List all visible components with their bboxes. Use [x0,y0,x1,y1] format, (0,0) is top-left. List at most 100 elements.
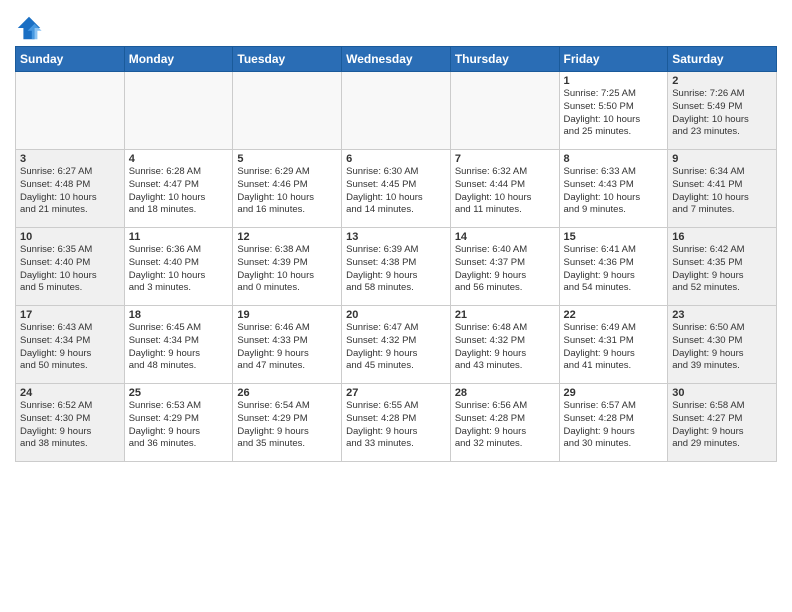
calendar-cell [233,72,342,150]
day-info: Sunrise: 6:48 AM Sunset: 4:32 PM Dayligh… [455,322,555,373]
day-number: 17 [20,309,120,321]
day-info: Sunrise: 6:45 AM Sunset: 4:34 PM Dayligh… [129,322,229,373]
calendar-week-3: 17Sunrise: 6:43 AM Sunset: 4:34 PM Dayli… [16,306,777,384]
day-info: Sunrise: 6:43 AM Sunset: 4:34 PM Dayligh… [20,322,120,373]
calendar-cell: 9Sunrise: 6:34 AM Sunset: 4:41 PM Daylig… [668,150,777,228]
day-number: 6 [346,153,446,165]
day-info: Sunrise: 7:25 AM Sunset: 5:50 PM Dayligh… [564,88,664,139]
day-number: 23 [672,309,772,321]
calendar-cell: 8Sunrise: 6:33 AM Sunset: 4:43 PM Daylig… [559,150,668,228]
calendar-cell: 13Sunrise: 6:39 AM Sunset: 4:38 PM Dayli… [342,228,451,306]
calendar-week-0: 1Sunrise: 7:25 AM Sunset: 5:50 PM Daylig… [16,72,777,150]
day-info: Sunrise: 6:54 AM Sunset: 4:29 PM Dayligh… [237,400,337,451]
calendar-cell: 25Sunrise: 6:53 AM Sunset: 4:29 PM Dayli… [124,384,233,462]
day-info: Sunrise: 6:52 AM Sunset: 4:30 PM Dayligh… [20,400,120,451]
day-number: 29 [564,387,664,399]
calendar-cell: 30Sunrise: 6:58 AM Sunset: 4:27 PM Dayli… [668,384,777,462]
day-info: Sunrise: 7:26 AM Sunset: 5:49 PM Dayligh… [672,88,772,139]
day-info: Sunrise: 6:30 AM Sunset: 4:45 PM Dayligh… [346,166,446,217]
day-number: 16 [672,231,772,243]
day-info: Sunrise: 6:29 AM Sunset: 4:46 PM Dayligh… [237,166,337,217]
calendar-cell [342,72,451,150]
header [15,10,777,42]
day-info: Sunrise: 6:38 AM Sunset: 4:39 PM Dayligh… [237,244,337,295]
day-number: 3 [20,153,120,165]
calendar-cell: 6Sunrise: 6:30 AM Sunset: 4:45 PM Daylig… [342,150,451,228]
day-number: 22 [564,309,664,321]
day-number: 7 [455,153,555,165]
day-info: Sunrise: 6:41 AM Sunset: 4:36 PM Dayligh… [564,244,664,295]
day-number: 19 [237,309,337,321]
calendar-cell: 17Sunrise: 6:43 AM Sunset: 4:34 PM Dayli… [16,306,125,384]
calendar-cell: 3Sunrise: 6:27 AM Sunset: 4:48 PM Daylig… [16,150,125,228]
day-info: Sunrise: 6:58 AM Sunset: 4:27 PM Dayligh… [672,400,772,451]
day-number: 21 [455,309,555,321]
day-number: 5 [237,153,337,165]
day-info: Sunrise: 6:49 AM Sunset: 4:31 PM Dayligh… [564,322,664,373]
calendar-cell: 1Sunrise: 7:25 AM Sunset: 5:50 PM Daylig… [559,72,668,150]
calendar-cell: 15Sunrise: 6:41 AM Sunset: 4:36 PM Dayli… [559,228,668,306]
day-info: Sunrise: 6:40 AM Sunset: 4:37 PM Dayligh… [455,244,555,295]
day-number: 24 [20,387,120,399]
day-number: 20 [346,309,446,321]
day-info: Sunrise: 6:34 AM Sunset: 4:41 PM Dayligh… [672,166,772,217]
calendar-week-1: 3Sunrise: 6:27 AM Sunset: 4:48 PM Daylig… [16,150,777,228]
day-info: Sunrise: 6:33 AM Sunset: 4:43 PM Dayligh… [564,166,664,217]
day-number: 15 [564,231,664,243]
day-number: 9 [672,153,772,165]
calendar-cell: 10Sunrise: 6:35 AM Sunset: 4:40 PM Dayli… [16,228,125,306]
day-info: Sunrise: 6:57 AM Sunset: 4:28 PM Dayligh… [564,400,664,451]
calendar-cell: 16Sunrise: 6:42 AM Sunset: 4:35 PM Dayli… [668,228,777,306]
day-info: Sunrise: 6:36 AM Sunset: 4:40 PM Dayligh… [129,244,229,295]
calendar-cell: 18Sunrise: 6:45 AM Sunset: 4:34 PM Dayli… [124,306,233,384]
calendar-cell: 2Sunrise: 7:26 AM Sunset: 5:49 PM Daylig… [668,72,777,150]
calendar-week-4: 24Sunrise: 6:52 AM Sunset: 4:30 PM Dayli… [16,384,777,462]
calendar-cell: 24Sunrise: 6:52 AM Sunset: 4:30 PM Dayli… [16,384,125,462]
calendar-header-monday: Monday [124,47,233,72]
day-number: 11 [129,231,229,243]
logo [15,14,47,42]
calendar-cell: 19Sunrise: 6:46 AM Sunset: 4:33 PM Dayli… [233,306,342,384]
calendar-header-thursday: Thursday [450,47,559,72]
calendar-cell [16,72,125,150]
day-number: 1 [564,75,664,87]
day-number: 27 [346,387,446,399]
calendar-cell [450,72,559,150]
day-number: 4 [129,153,229,165]
calendar-cell: 5Sunrise: 6:29 AM Sunset: 4:46 PM Daylig… [233,150,342,228]
day-number: 2 [672,75,772,87]
day-number: 18 [129,309,229,321]
logo-icon [15,14,43,42]
calendar-cell [124,72,233,150]
calendar-header-tuesday: Tuesday [233,47,342,72]
day-info: Sunrise: 6:42 AM Sunset: 4:35 PM Dayligh… [672,244,772,295]
calendar-cell: 26Sunrise: 6:54 AM Sunset: 4:29 PM Dayli… [233,384,342,462]
day-info: Sunrise: 6:28 AM Sunset: 4:47 PM Dayligh… [129,166,229,217]
calendar-cell: 14Sunrise: 6:40 AM Sunset: 4:37 PM Dayli… [450,228,559,306]
day-number: 10 [20,231,120,243]
calendar-header-friday: Friday [559,47,668,72]
day-info: Sunrise: 6:55 AM Sunset: 4:28 PM Dayligh… [346,400,446,451]
day-number: 13 [346,231,446,243]
day-info: Sunrise: 6:27 AM Sunset: 4:48 PM Dayligh… [20,166,120,217]
day-number: 26 [237,387,337,399]
calendar-header-sunday: Sunday [16,47,125,72]
calendar-header-wednesday: Wednesday [342,47,451,72]
calendar-cell: 23Sunrise: 6:50 AM Sunset: 4:30 PM Dayli… [668,306,777,384]
day-info: Sunrise: 6:39 AM Sunset: 4:38 PM Dayligh… [346,244,446,295]
day-info: Sunrise: 6:35 AM Sunset: 4:40 PM Dayligh… [20,244,120,295]
day-number: 28 [455,387,555,399]
day-number: 14 [455,231,555,243]
calendar-cell: 11Sunrise: 6:36 AM Sunset: 4:40 PM Dayli… [124,228,233,306]
day-number: 12 [237,231,337,243]
day-number: 8 [564,153,664,165]
day-info: Sunrise: 6:56 AM Sunset: 4:28 PM Dayligh… [455,400,555,451]
calendar-cell: 29Sunrise: 6:57 AM Sunset: 4:28 PM Dayli… [559,384,668,462]
calendar-cell: 22Sunrise: 6:49 AM Sunset: 4:31 PM Dayli… [559,306,668,384]
calendar-header-saturday: Saturday [668,47,777,72]
calendar-cell: 27Sunrise: 6:55 AM Sunset: 4:28 PM Dayli… [342,384,451,462]
day-info: Sunrise: 6:46 AM Sunset: 4:33 PM Dayligh… [237,322,337,373]
day-info: Sunrise: 6:32 AM Sunset: 4:44 PM Dayligh… [455,166,555,217]
day-number: 30 [672,387,772,399]
calendar-cell: 21Sunrise: 6:48 AM Sunset: 4:32 PM Dayli… [450,306,559,384]
